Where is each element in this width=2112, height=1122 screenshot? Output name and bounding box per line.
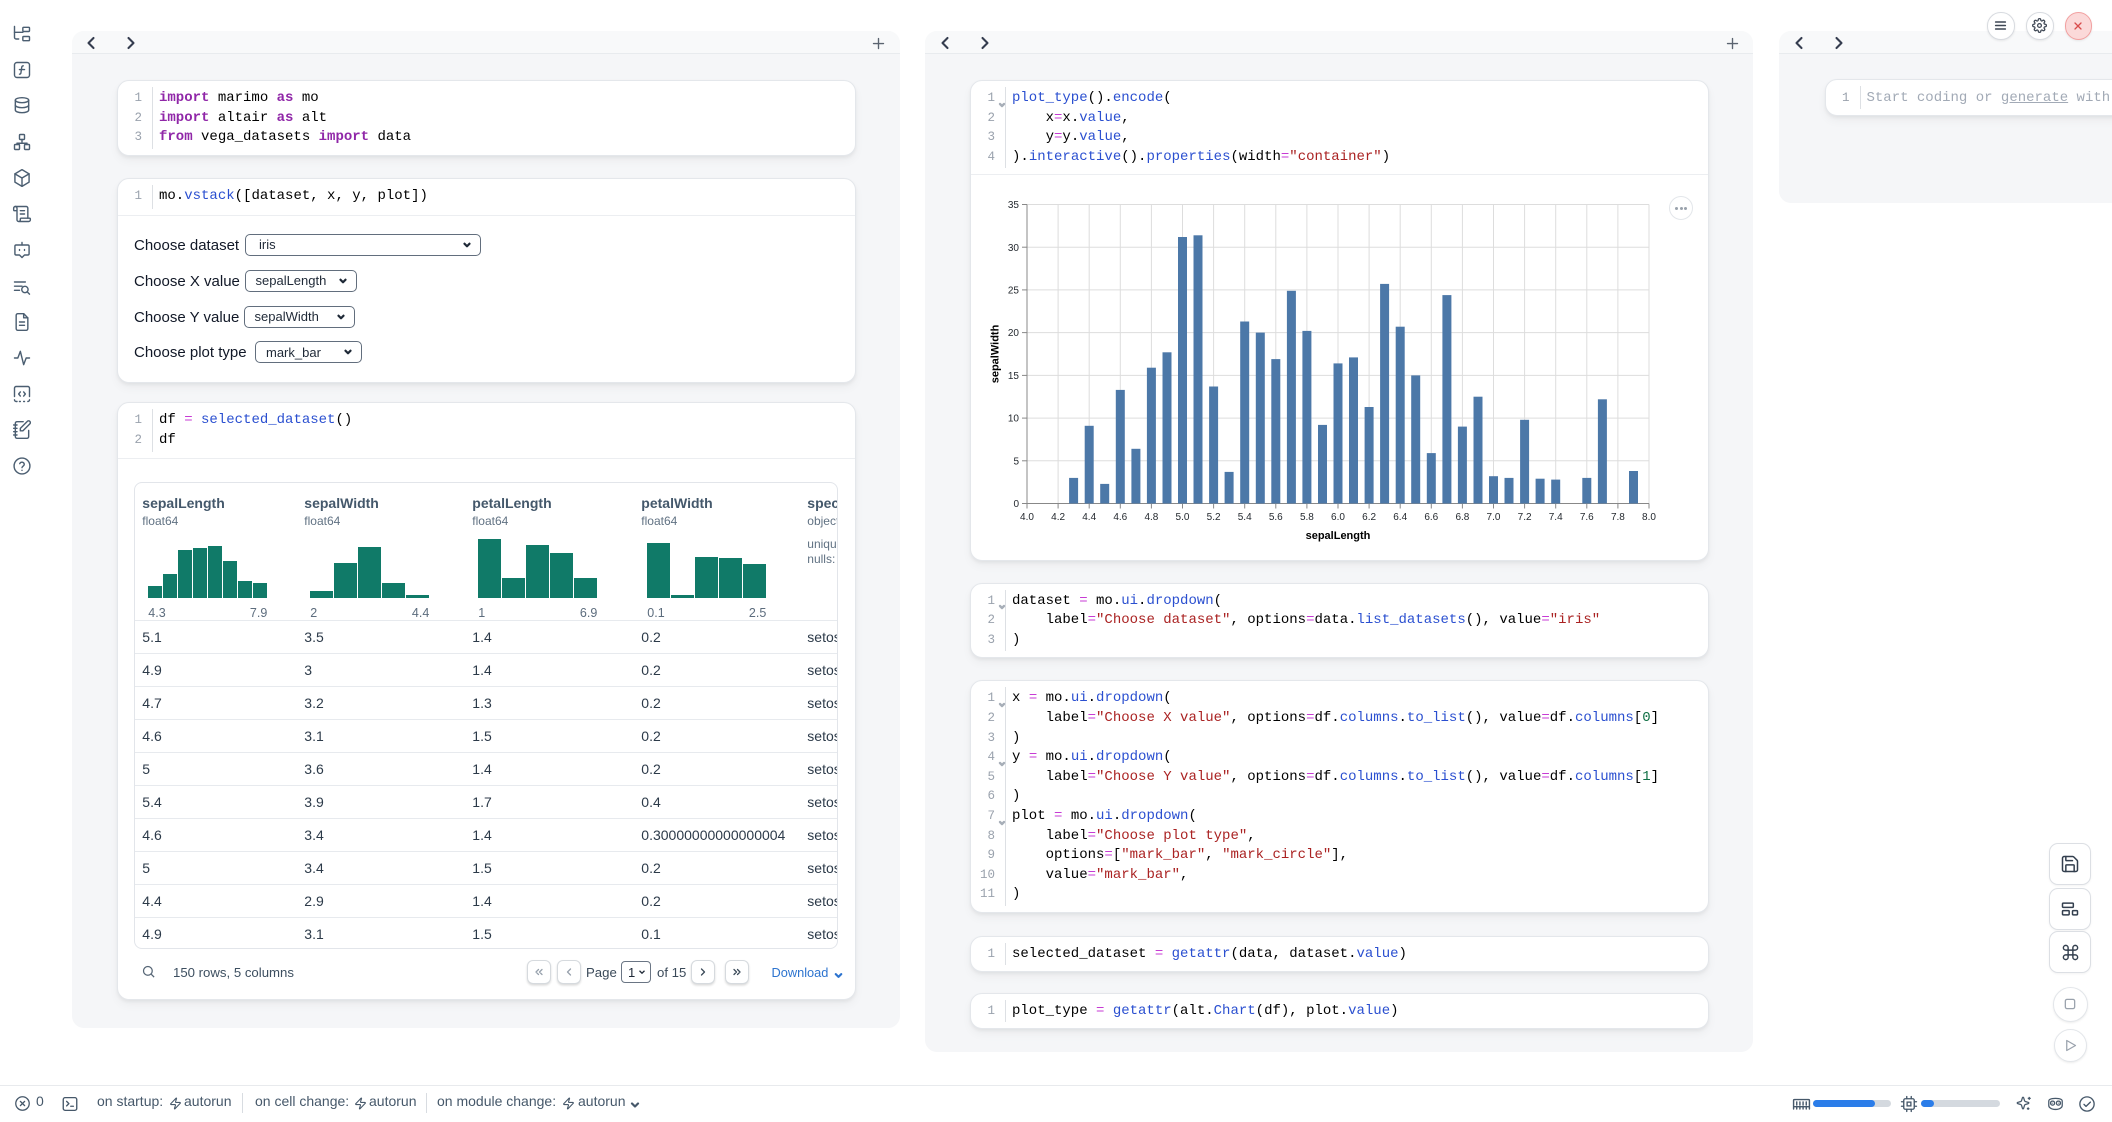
- svg-text:15: 15: [1008, 371, 1020, 382]
- svg-text:7.8: 7.8: [1611, 512, 1625, 523]
- svg-text:4.2: 4.2: [1051, 512, 1065, 523]
- svg-text:sepalLength: sepalLength: [1306, 530, 1371, 542]
- svg-text:sepalWidth: sepalWidth: [990, 324, 1002, 383]
- svg-text:30: 30: [1008, 242, 1020, 253]
- svg-text:35: 35: [1008, 200, 1020, 211]
- svg-text:4.4: 4.4: [1082, 512, 1096, 523]
- svg-text:4.6: 4.6: [1113, 512, 1127, 523]
- svg-text:0: 0: [1013, 499, 1019, 510]
- svg-text:20: 20: [1008, 328, 1020, 339]
- svg-text:5.2: 5.2: [1207, 512, 1221, 523]
- svg-text:10: 10: [1008, 413, 1020, 424]
- svg-text:25: 25: [1008, 285, 1020, 296]
- svg-text:4.0: 4.0: [1020, 512, 1034, 523]
- svg-text:6.8: 6.8: [1455, 512, 1469, 523]
- svg-text:6.6: 6.6: [1424, 512, 1438, 523]
- svg-text:6.2: 6.2: [1362, 512, 1376, 523]
- svg-text:5: 5: [1013, 456, 1019, 467]
- svg-text:5.6: 5.6: [1269, 512, 1283, 523]
- svg-text:8.0: 8.0: [1642, 512, 1656, 523]
- svg-text:5.4: 5.4: [1238, 512, 1252, 523]
- svg-text:7.4: 7.4: [1549, 512, 1563, 523]
- svg-text:6.4: 6.4: [1393, 512, 1407, 523]
- svg-text:7.6: 7.6: [1580, 512, 1594, 523]
- svg-text:4.8: 4.8: [1144, 512, 1158, 523]
- svg-text:5.0: 5.0: [1176, 512, 1190, 523]
- svg-text:5.8: 5.8: [1300, 512, 1314, 523]
- svg-text:7.2: 7.2: [1518, 512, 1532, 523]
- svg-text:6.0: 6.0: [1331, 512, 1345, 523]
- svg-text:7.0: 7.0: [1487, 512, 1501, 523]
